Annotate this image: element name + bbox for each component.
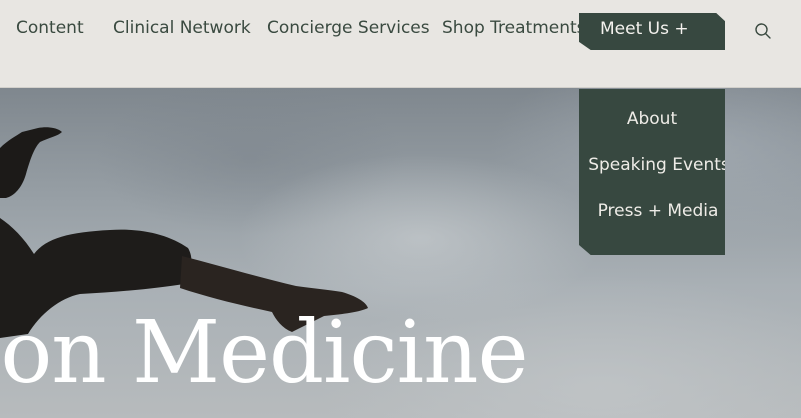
site-header: Content Clinical Network Concierge Servi… [0, 0, 801, 88]
nav-item-concierge-services[interactable]: Concierge Services [267, 18, 430, 38]
meet-us-dropdown: About Speaking Events Press + Media [579, 89, 725, 255]
nav-item-clinical-network[interactable]: Clinical Network [113, 18, 251, 38]
dropdown-item-about[interactable]: About [579, 109, 725, 129]
dropdown-item-speaking-events[interactable]: Speaking Events [579, 155, 725, 175]
nav-item-shop-treatments[interactable]: Shop Treatments [442, 18, 586, 38]
dropdown-item-press-media[interactable]: Press + Media [579, 201, 725, 221]
search-icon [755, 23, 771, 39]
meet-us-menu-button[interactable]: Meet Us + [579, 13, 725, 50]
nav-item-content[interactable]: Content [16, 18, 84, 38]
meet-us-label: Meet Us + [600, 19, 689, 39]
hero-title: ion Medicine [0, 303, 528, 403]
search-button[interactable] [752, 20, 774, 42]
